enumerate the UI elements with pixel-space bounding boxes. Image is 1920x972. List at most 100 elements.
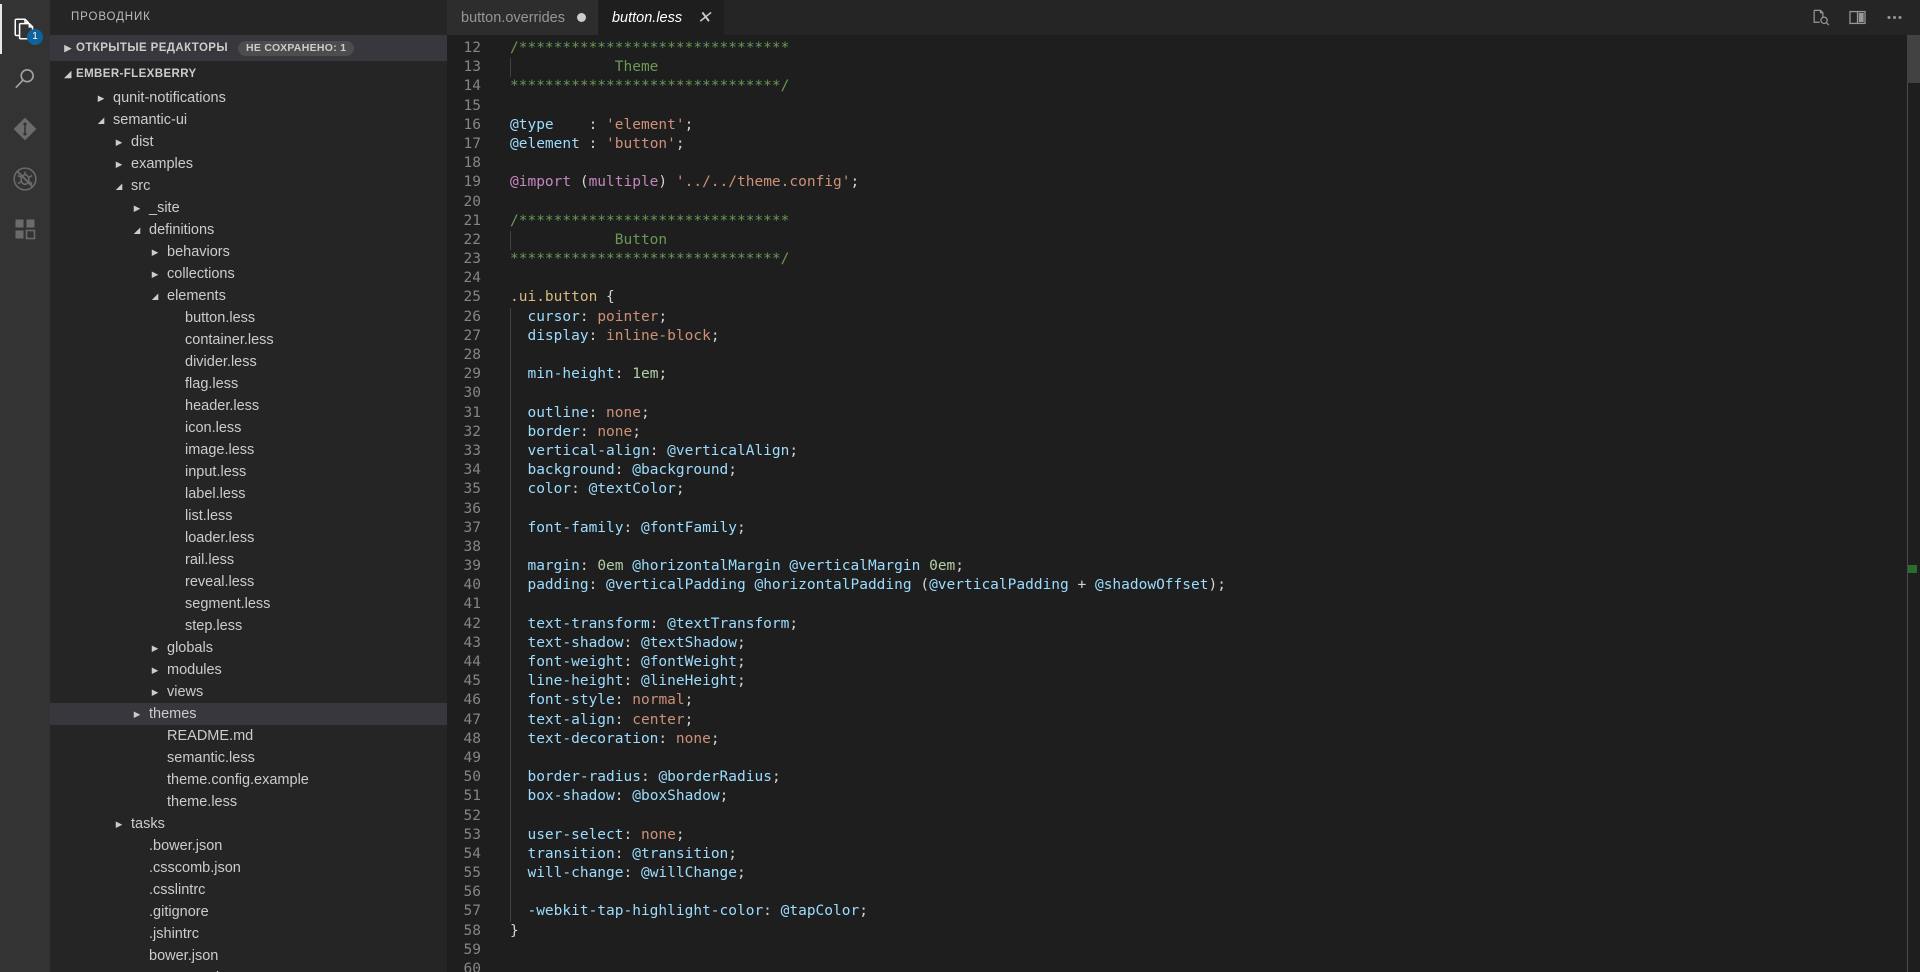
code-line[interactable]: 60 (447, 960, 1906, 972)
more-actions-icon[interactable] (1885, 8, 1904, 27)
code-line[interactable]: 40 padding: @verticalPadding @horizontal… (447, 576, 1906, 596)
tree-row[interactable]: loader.less (50, 527, 447, 549)
code-line[interactable]: 15 (447, 97, 1906, 116)
tree-row[interactable]: README.md (50, 725, 447, 747)
tree-row[interactable]: .bower.json (50, 835, 447, 857)
code-line[interactable]: 48 text-decoration: none; (447, 729, 1906, 749)
tree-row[interactable]: ▶ behaviors (50, 241, 447, 263)
tree-row[interactable]: icon.less (50, 417, 447, 439)
section-project-root[interactable]: ◢ EMBER-FLEXBERRY (50, 61, 447, 87)
split-editor-icon[interactable] (1848, 8, 1867, 27)
code-line[interactable]: 34 background: @background; (447, 461, 1906, 481)
tree-row[interactable]: ◢ definitions (50, 219, 447, 241)
tree-row[interactable]: composer.json (50, 967, 447, 972)
code-line[interactable]: 39 margin: 0em @horizontalMargin @vertic… (447, 557, 1906, 577)
activity-item-search[interactable] (0, 54, 50, 104)
dirty-indicator-icon[interactable] (576, 13, 586, 22)
open-preview-icon[interactable] (1811, 8, 1830, 27)
code-line[interactable]: 57 -webkit-tap-highlight-color: @tapColo… (447, 902, 1906, 922)
code-line[interactable]: 37 font-family: @fontFamily; (447, 518, 1906, 538)
tree-row[interactable]: image.less (50, 439, 447, 461)
code-line[interactable]: 47 text-align: center; (447, 710, 1906, 730)
chevron-right-icon[interactable]: ▶ (112, 137, 126, 148)
chevron-down-icon[interactable]: ◢ (112, 181, 126, 192)
code-line[interactable]: 30 (447, 384, 1906, 404)
tree-row[interactable]: ▶ views (50, 681, 447, 703)
code-line[interactable]: 36 (447, 499, 1906, 519)
chevron-down-icon[interactable]: ◢ (148, 291, 162, 302)
code-line[interactable]: 26 cursor: pointer; (447, 307, 1906, 327)
code-line[interactable]: 31 outline: none; (447, 403, 1906, 423)
tree-row[interactable]: step.less (50, 615, 447, 637)
code-line[interactable]: 35 color: @textColor; (447, 480, 1906, 500)
chevron-down-icon[interactable]: ◢ (94, 115, 108, 126)
chevron-right-icon[interactable]: ▶ (148, 687, 162, 698)
chevron-right-icon[interactable]: ▶ (148, 665, 162, 676)
chevron-right-icon[interactable]: ▶ (112, 159, 126, 170)
tree-row[interactable]: ▶ tasks (50, 813, 447, 835)
tree-row[interactable]: bower.json (50, 945, 447, 967)
tree-row[interactable]: header.less (50, 395, 447, 417)
tree-row[interactable]: label.less (50, 483, 447, 505)
code-line[interactable]: 49 (447, 748, 1906, 769)
chevron-right-icon[interactable]: ▶ (148, 269, 162, 280)
code-line[interactable]: 51 box-shadow: @boxShadow; (447, 787, 1906, 807)
tab-button-less[interactable]: button.less ✕ (597, 0, 725, 35)
tree-row[interactable]: .jshintrc (50, 923, 447, 945)
overview-ruler[interactable] (1906, 35, 1920, 972)
code-line[interactable]: 50 border-radius: @borderRadius; (447, 768, 1906, 788)
code-line[interactable]: 24 (447, 269, 1906, 288)
tree-row[interactable]: .csslintrc (50, 879, 447, 901)
code-line[interactable]: 20 (447, 193, 1906, 212)
code-line[interactable]: 54 transition: @transition; (447, 844, 1906, 865)
activity-item-extensions[interactable] (0, 204, 50, 254)
code-line[interactable]: 27 display: inline-block; (447, 326, 1906, 346)
chevron-right-icon[interactable]: ▶ (130, 203, 144, 214)
tree-row[interactable]: reveal.less (50, 571, 447, 593)
tree-row[interactable]: input.less (50, 461, 447, 483)
tree-row[interactable]: ◢ elements (50, 285, 447, 307)
tree-row[interactable]: button.less (50, 307, 447, 329)
chevron-right-icon[interactable]: ▶ (148, 643, 162, 654)
code-line[interactable]: 29 min-height: 1em; (447, 365, 1906, 385)
tree-row[interactable]: ◢ src (50, 175, 447, 197)
code-line[interactable]: 46 font-style: normal; (447, 691, 1906, 711)
code-lines[interactable]: 12 /******************************* 13 The… (447, 35, 1906, 972)
file-tree[interactable]: ▶ qunit-notifications ◢ semantic-ui ▶ dist ▶ ex… (50, 87, 447, 972)
tree-row[interactable]: ▶ examples (50, 153, 447, 175)
tree-row[interactable]: .csscomb.json (50, 857, 447, 879)
editor-scrollbar-thumb[interactable] (1907, 35, 1920, 83)
tree-row[interactable]: theme.less (50, 791, 447, 813)
code-line[interactable]: 44 font-weight: @fontWeight; (447, 653, 1906, 673)
code-line[interactable]: 14 *******************************/ (447, 77, 1906, 96)
tree-row[interactable]: ▶ _site (50, 197, 447, 219)
activity-item-debug[interactable] (0, 154, 50, 204)
code-line[interactable]: 59 (447, 941, 1906, 960)
tree-row[interactable]: theme.config.example (50, 769, 447, 791)
tree-row[interactable]: rail.less (50, 549, 447, 571)
code-line[interactable]: 28 (447, 346, 1906, 366)
code-line[interactable]: 16 @type : 'element'; (447, 116, 1906, 135)
code-line[interactable]: 55 will-change: @willChange; (447, 864, 1906, 884)
code-line[interactable]: 56 (447, 883, 1906, 903)
code-line[interactable]: 43 text-shadow: @textShadow; (447, 633, 1906, 653)
code-line[interactable]: 41 (447, 595, 1906, 615)
chevron-right-icon[interactable]: ▶ (130, 709, 144, 720)
code-line[interactable]: 53 user-select: none; (447, 825, 1906, 845)
tree-row[interactable]: ▶ globals (50, 637, 447, 659)
tree-row[interactable]: divider.less (50, 351, 447, 373)
code-line[interactable]: 18 (447, 154, 1906, 173)
tab-button-overrides[interactable]: button.overrides (447, 0, 598, 35)
close-icon[interactable]: ✕ (696, 9, 712, 26)
chevron-right-icon[interactable]: ▶ (112, 819, 126, 830)
tree-row[interactable]: flag.less (50, 373, 447, 395)
code-line[interactable]: 23 *******************************/ (447, 250, 1906, 269)
tree-row[interactable]: ▶ collections (50, 263, 447, 285)
code-line[interactable]: 19 @import (multiple) '../../theme.config… (447, 173, 1906, 192)
code-line[interactable]: 32 border: none; (447, 422, 1906, 442)
code-line[interactable]: 21 /******************************* (447, 212, 1906, 231)
tree-row[interactable]: container.less (50, 329, 447, 351)
tree-row[interactable]: ▶ qunit-notifications (50, 87, 447, 109)
code-line[interactable]: 12 /******************************* (447, 39, 1906, 58)
code-line[interactable]: 38 (447, 537, 1906, 558)
